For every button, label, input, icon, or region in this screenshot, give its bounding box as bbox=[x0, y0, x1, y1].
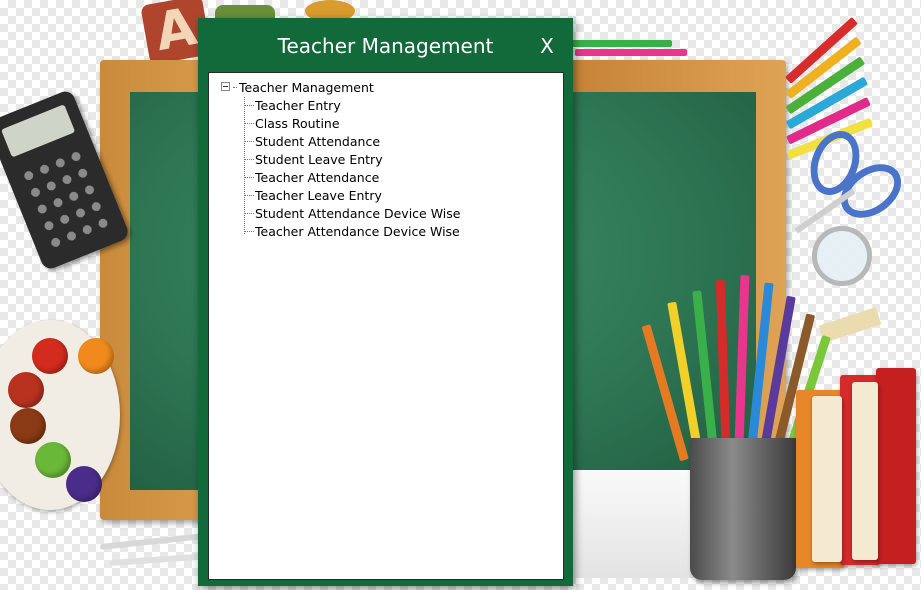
pencil-icon bbox=[570, 40, 672, 47]
tree-connector bbox=[244, 159, 254, 160]
tree-connector bbox=[233, 87, 237, 88]
tree-item-label: Student Attendance bbox=[255, 134, 381, 149]
collapse-toggle-icon[interactable] bbox=[221, 82, 230, 91]
tree-root-node[interactable]: Teacher Management bbox=[221, 79, 374, 97]
tree-connector bbox=[244, 177, 254, 178]
close-button[interactable]: X bbox=[535, 32, 559, 60]
tree-connector bbox=[244, 105, 254, 106]
tree-item-teacher-entry[interactable]: Teacher Entry bbox=[244, 97, 460, 115]
book-icon bbox=[812, 396, 842, 562]
tree-item-label: Student Attendance Device Wise bbox=[255, 206, 461, 221]
pencil-icon bbox=[575, 49, 687, 56]
tree-item-label: Teacher Leave Entry bbox=[255, 188, 382, 203]
tree-item-label: Teacher Entry bbox=[255, 98, 341, 113]
tree-item-label: Student Leave Entry bbox=[255, 152, 383, 167]
tree-item-label: Teacher Attendance bbox=[255, 170, 380, 185]
teacher-management-window: Teacher Management X Teacher Management … bbox=[198, 18, 573, 586]
book-icon bbox=[876, 368, 916, 564]
window-title: Teacher Management bbox=[277, 34, 494, 58]
tree-item-teacher-attendance[interactable]: Teacher Attendance bbox=[244, 169, 460, 187]
tree-item-label: Class Routine bbox=[255, 116, 340, 131]
scissors-icon bbox=[790, 124, 912, 240]
tree-item-teacher-leave-entry[interactable]: Teacher Leave Entry bbox=[244, 187, 460, 205]
tree-item-teacher-attendance-device-wise[interactable]: Teacher Attendance Device Wise bbox=[244, 223, 460, 241]
book-icon bbox=[852, 382, 878, 560]
tree-item-label: Teacher Attendance Device Wise bbox=[255, 224, 460, 239]
tree-connector bbox=[244, 195, 254, 196]
tree-item-student-attendance-device-wise[interactable]: Student Attendance Device Wise bbox=[244, 205, 460, 223]
tree-item-class-routine[interactable]: Class Routine bbox=[244, 115, 460, 133]
pencil-cup-icon bbox=[690, 438, 796, 580]
tree-connector bbox=[244, 213, 254, 214]
tree-connector bbox=[244, 141, 254, 142]
tree-connector bbox=[244, 123, 254, 124]
tree-item-student-leave-entry[interactable]: Student Leave Entry bbox=[244, 151, 460, 169]
tree-item-student-attendance[interactable]: Student Attendance bbox=[244, 133, 460, 151]
tree-root-label: Teacher Management bbox=[239, 80, 374, 95]
tree-view[interactable]: Teacher Management Teacher Entry Class R… bbox=[208, 72, 564, 580]
tree-children: Teacher Entry Class Routine Student Atte… bbox=[244, 97, 460, 241]
tree-connector bbox=[244, 231, 254, 232]
